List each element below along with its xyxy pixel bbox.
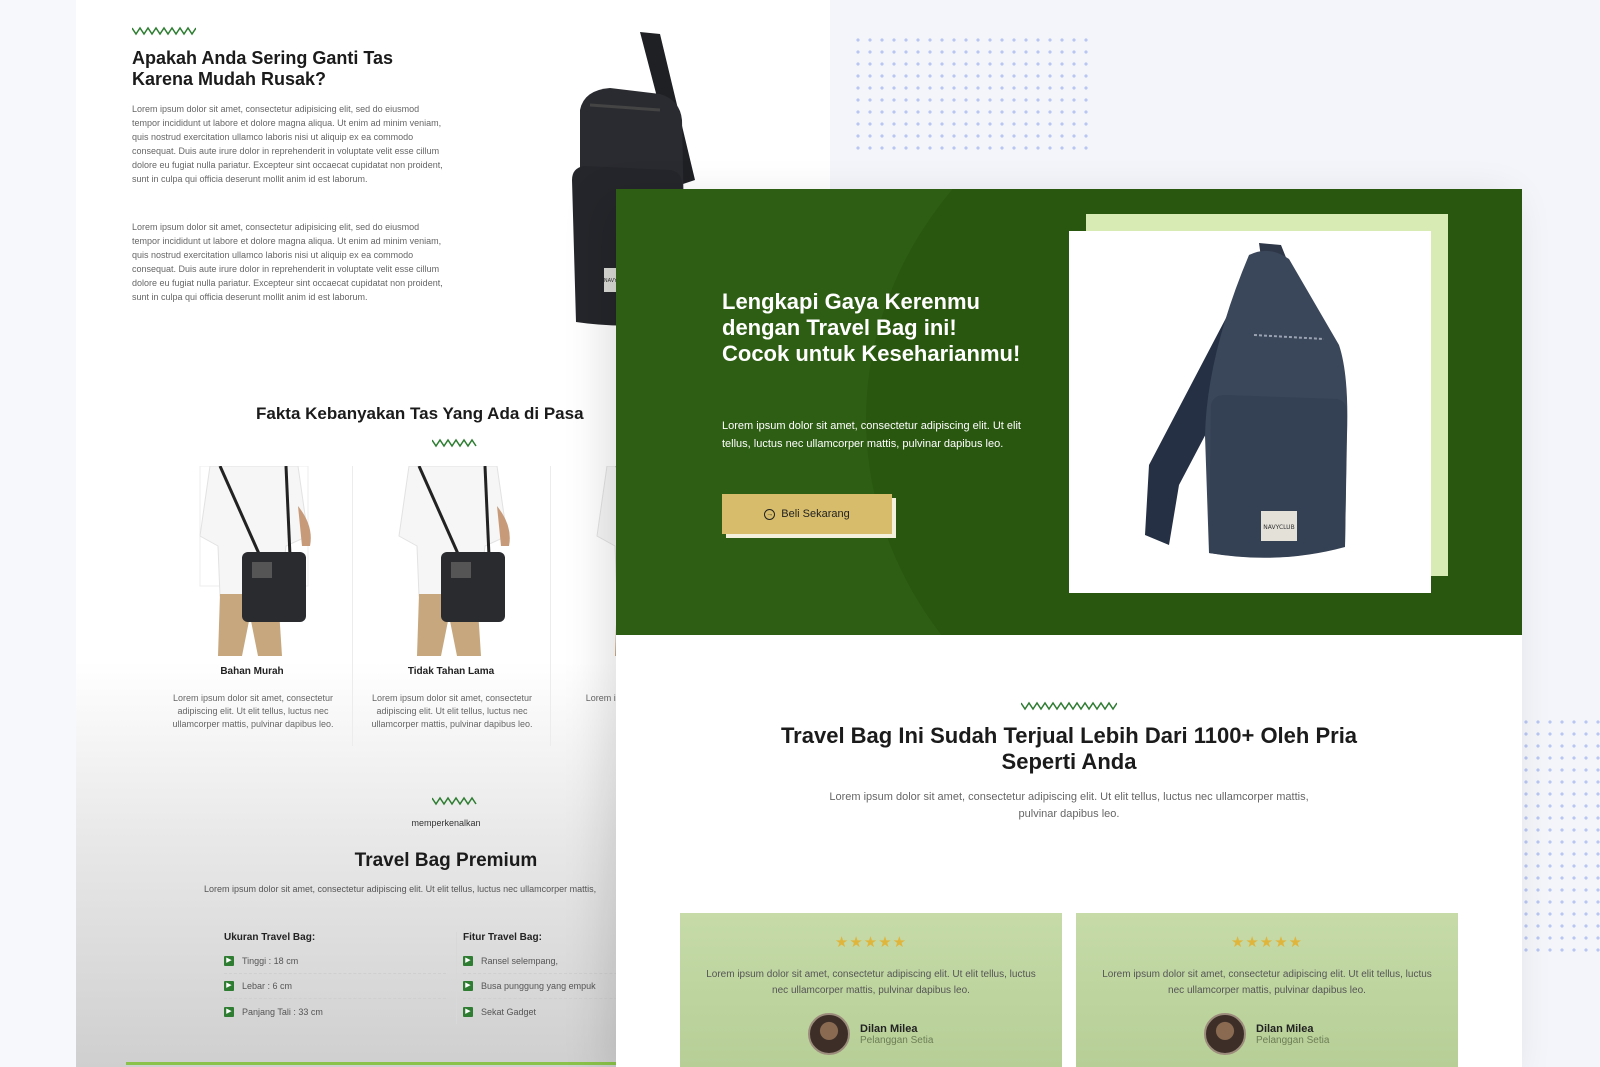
- premium-heading: Travel Bag Premium: [354, 850, 538, 871]
- navy-sling-bag-image: NAVYCLUB: [1145, 243, 1348, 558]
- decorative-dot-grid: [852, 34, 1092, 154]
- zigzag-divider-icon: [432, 438, 477, 448]
- intro-paragraph: Lorem ipsum dolor sit amet, consectetur …: [132, 222, 443, 302]
- author-name: Dilan Milea: [860, 1022, 918, 1035]
- man-with-shoulder-bag-image: [389, 466, 517, 656]
- product-image-frame: NAVYCLUB: [1069, 231, 1431, 593]
- social-proof-heading: Travel Bag Ini Sudah Terjual Lebih Dari …: [780, 723, 1358, 774]
- author-role: Pelanggan Setia: [860, 1034, 934, 1046]
- arrow-circle-right-icon: →: [764, 508, 776, 520]
- fact-title: Bahan Murah: [220, 666, 284, 677]
- check-square-icon: ▶: [463, 1006, 473, 1017]
- testimonial-author: Dilan Milea Pelanggan Setia: [1204, 1013, 1329, 1055]
- size-spec-heading: Ukuran Travel Bag:: [224, 932, 316, 943]
- rating-stars-icon: ★★★★★: [834, 934, 908, 951]
- size-spec-list: Ukuran Travel Bag: ▶ Tinggi : 18 cm ▶ Leba…: [224, 932, 446, 1024]
- check-square-icon: ▶: [224, 956, 234, 966]
- author-name: Dilan Milea: [1256, 1022, 1314, 1035]
- zigzag-divider-icon: [132, 26, 196, 36]
- zigzag-divider-icon: [432, 796, 477, 806]
- rating-stars-icon: ★★★★★: [1230, 934, 1304, 951]
- check-square-icon: ▶: [224, 1006, 234, 1017]
- avatar: [1204, 1013, 1246, 1055]
- check-square-icon: ▶: [463, 956, 473, 966]
- spec-item: ▶ Tinggi : 18 cm: [224, 949, 446, 974]
- spec-item: ▶ Lebar : 6 cm: [224, 974, 446, 999]
- fact-card: Bahan Murah Lorem ipsum dolor sit amet, …: [154, 466, 350, 746]
- hero-description: Lorem ipsum dolor sit amet, consectetur …: [722, 420, 1021, 450]
- fact-title: Tidak Tahan Lama: [407, 666, 495, 677]
- premium-kicker: memperkenalkan: [411, 818, 481, 828]
- hero-section: Lengkapi Gaya Kerenmu dengan Travel Bag …: [616, 189, 1522, 635]
- zigzag-divider-icon: [1021, 701, 1117, 711]
- testimonial-text: Lorem ipsum dolor sit amet, consectetur …: [706, 969, 1036, 996]
- author-role: Pelanggan Setia: [1256, 1034, 1330, 1046]
- testimonial-card: ★★★★★ Lorem ipsum dolor sit amet, consec…: [1076, 913, 1458, 1067]
- background-strip: [0, 0, 76, 1067]
- fact-text: Lorem ipsum dolor sit amet, consectetur …: [371, 693, 533, 729]
- svg-text:NAVYCLUB: NAVYCLUB: [1263, 524, 1294, 531]
- testimonial-author: Dilan Milea Pelanggan Setia: [808, 1013, 933, 1055]
- buy-now-button[interactable]: → Beli Sekarang: [722, 494, 892, 534]
- intro-heading: Apakah Anda Sering Ganti Tas Karena Muda…: [132, 48, 394, 89]
- landing-page-preview-front: Lengkapi Gaya Kerenmu dengan Travel Bag …: [616, 189, 1522, 1067]
- social-proof-description: Lorem ipsum dolor sit amet, consectetur …: [829, 791, 1309, 820]
- bottom-accent-line: [126, 1062, 646, 1065]
- check-square-icon: ▶: [463, 981, 473, 991]
- intro-paragraph: Lorem ipsum dolor sit amet, consectetur …: [132, 104, 443, 184]
- testimonial-card: ★★★★★ Lorem ipsum dolor sit amet, consec…: [680, 913, 1062, 1067]
- check-square-icon: ▶: [224, 981, 234, 991]
- facts-heading: Fakta Kebanyakan Tas Yang Ada di Pasa: [256, 404, 584, 423]
- man-with-shoulder-bag-image: [190, 466, 318, 656]
- testimonial-text: Lorem ipsum dolor sit amet, consectetur …: [1102, 969, 1432, 996]
- fact-card: Tidak Tahan Lama Lorem ipsum dolor sit a…: [352, 466, 548, 746]
- decorative-dot-grid: [1520, 716, 1600, 956]
- spec-item: ▶ Panjang Tali : 33 cm: [224, 999, 446, 1024]
- buy-now-label: Beli Sekarang: [781, 508, 850, 520]
- avatar: [808, 1013, 850, 1055]
- fact-text: Lorem ipsum dolor sit amet, consectetur …: [172, 693, 334, 729]
- hero-heading: Lengkapi Gaya Kerenmu dengan Travel Bag …: [722, 289, 1021, 366]
